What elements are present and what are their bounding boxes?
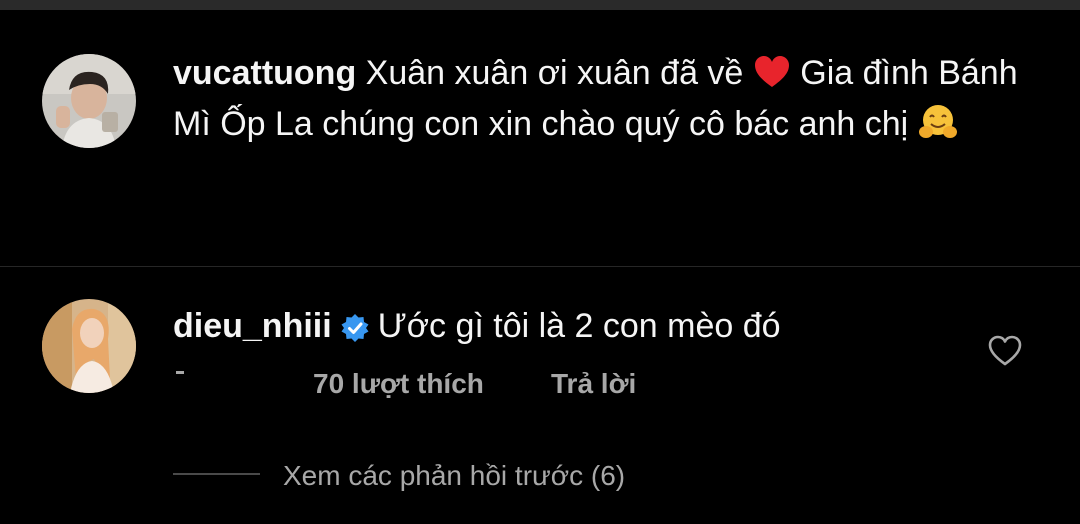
comment-avatar[interactable] <box>42 299 136 393</box>
caption-username[interactable]: vucattuong <box>173 54 356 92</box>
avatar-photo-vucattuong <box>42 54 136 148</box>
like-comment-button[interactable] <box>987 334 1023 368</box>
replies-divider-line <box>173 473 260 475</box>
caption-text-part-1: Xuân xuân ơi xuân đã về <box>365 54 753 92</box>
reply-button[interactable]: Trả lời <box>551 365 636 403</box>
red-heart-icon <box>753 55 791 101</box>
heart-outline-icon <box>988 335 1022 366</box>
comment-username[interactable]: dieu_nhiii <box>173 307 332 345</box>
comment-line: dieu_nhiii Ước gì tôi là 2 con mèo đó <box>173 303 781 355</box>
view-previous-replies-link[interactable]: Xem các phản hồi trước (6) <box>283 457 625 495</box>
post-caption: vucattuong Xuân xuân ơi xuân đã về Gia đ… <box>0 10 1080 265</box>
avatar[interactable] <box>42 54 136 148</box>
avatar-photo-dieu-nhiii <box>42 299 136 393</box>
divider <box>0 266 1080 267</box>
timestamp-placeholder <box>176 371 184 374</box>
caption-text: vucattuong Xuân xuân ơi xuân đã về Gia đ… <box>173 50 1033 152</box>
hugging-face-icon <box>918 104 958 152</box>
comment-text: Ước gì tôi là 2 con mèo đó <box>377 307 781 345</box>
top-bar <box>0 0 1080 10</box>
likes-count[interactable]: 70 lượt thích <box>313 365 484 403</box>
verified-badge-icon <box>340 309 370 355</box>
